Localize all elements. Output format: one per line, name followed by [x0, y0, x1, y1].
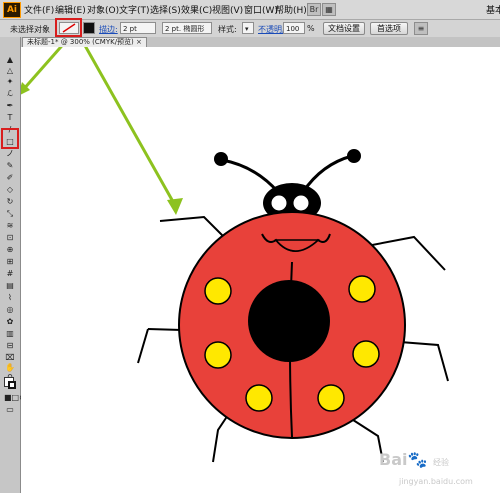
antenna-tip: [347, 149, 361, 163]
annotation-arrow-to-pen: [21, 47, 63, 92]
style-dropdown[interactable]: ▾: [242, 22, 254, 34]
opacity-unit: %: [307, 24, 315, 33]
opacity-field[interactable]: 100: [283, 22, 305, 34]
menu-type[interactable]: 文字(T): [119, 3, 150, 16]
blob-brush-tool-icon[interactable]: ✐: [4, 173, 16, 183]
app-logo: Ai: [3, 2, 21, 18]
rotate-tool-icon[interactable]: ↻: [4, 197, 16, 207]
type-tool-icon[interactable]: T: [4, 113, 16, 123]
menu-object[interactable]: 对象(O): [87, 3, 119, 16]
ladybug-antenna: [221, 158, 280, 193]
tools-panel: ▲△✦ℒ✒T/□ノ✎✐◇↻⤡≋⊡⊕⊞#▤⌇◎✿▥⊟⌧✋⚲ ■□⊘ ▭: [0, 37, 26, 493]
paintbrush-tool-icon[interactable]: ノ: [4, 149, 16, 159]
eraser-tool-icon[interactable]: ◇: [4, 185, 16, 195]
gradient-tool-icon[interactable]: ▤: [4, 281, 16, 291]
style-label: 样式:: [218, 25, 237, 34]
symbol-sprayer-tool-icon[interactable]: ✿: [4, 317, 16, 327]
screen-mode-icon[interactable]: ▭: [4, 405, 16, 415]
workspace-switcher[interactable]: 基本: [486, 3, 500, 16]
selection-status: 未选择对象: [10, 25, 50, 34]
close-icon[interactable]: ×: [136, 38, 142, 46]
artboard-canvas[interactable]: Bai🐾 经验 jingyan.baidu.com: [21, 47, 500, 493]
ladybug-spot: [348, 275, 376, 303]
eyedropper-tool-icon[interactable]: ⌇: [4, 293, 16, 303]
ladybug-leg: [399, 341, 449, 382]
chevron-down-icon: ▾: [245, 25, 249, 33]
pen-tool-highlight: [1, 128, 19, 149]
menu-help[interactable]: 帮助(H): [275, 3, 307, 16]
paw-icon: 🐾: [407, 450, 428, 469]
menu-effect[interactable]: 效果(C): [181, 3, 212, 16]
blend-tool-icon[interactable]: ◎: [4, 305, 16, 315]
annotation-arrow-to-swatch: [84, 47, 178, 208]
brush-definition-dropdown[interactable]: 2 pt. 椭圆形: [162, 22, 212, 34]
lasso-tool-icon[interactable]: ℒ: [4, 89, 16, 99]
pencil-tool-icon[interactable]: ✎: [4, 161, 16, 171]
column-graph-tool-icon[interactable]: ▥: [4, 329, 16, 339]
document-tab-label: 未标题-1* @ 300% (CMYK/预览): [27, 38, 134, 46]
menu-edit[interactable]: 编辑(E): [55, 3, 86, 16]
annotation-arrowhead: [167, 198, 183, 215]
selection-tool-icon[interactable]: ▲: [4, 55, 16, 65]
stroke-color-swatch[interactable]: [83, 22, 95, 34]
document-setup-button[interactable]: 文档设置: [323, 22, 365, 35]
ladybug-eye: [292, 194, 310, 212]
antenna-tip: [214, 152, 228, 166]
scale-tool-icon[interactable]: ⤡: [4, 209, 16, 219]
stroke-label[interactable]: 描边:: [99, 24, 118, 35]
fill-swatch-highlight: [55, 18, 82, 37]
preferences-button[interactable]: 首选项: [370, 22, 408, 35]
panel-menu-icon[interactable]: ≡: [414, 22, 428, 35]
artboard-tool-icon[interactable]: ⊟: [4, 341, 16, 351]
slice-tool-icon[interactable]: ⌧: [4, 353, 16, 363]
bridge-icon[interactable]: Br: [307, 3, 321, 16]
menu-view[interactable]: 视图(V): [212, 3, 243, 16]
menu-window[interactable]: 窗口(W): [244, 3, 278, 16]
ladybug-leg: [137, 328, 149, 364]
ladybug-spot: [245, 384, 273, 412]
perspective-grid-tool-icon[interactable]: ⊞: [4, 257, 16, 267]
color-mode-icons[interactable]: ■□⊘: [4, 393, 26, 403]
ladybug-spot: [352, 340, 380, 368]
document-tab-bar: 未标题-1* @ 300% (CMYK/预览) ×: [20, 37, 500, 48]
ladybug-antenna: [301, 154, 353, 193]
menu-select[interactable]: 选择(S): [150, 3, 181, 16]
ladybug-eye: [270, 194, 288, 212]
menu-file[interactable]: 文件(F): [24, 3, 54, 16]
baidu-watermark: Bai🐾 经验 jingyan.baidu.com: [379, 450, 473, 486]
magic-wand-tool-icon[interactable]: ✦: [4, 77, 16, 87]
pen-tool-icon[interactable]: ✒: [4, 101, 16, 111]
free-transform-tool-icon[interactable]: ⊡: [4, 233, 16, 243]
ladybug-spot: [317, 384, 345, 412]
fill-stroke-swatches[interactable]: [4, 377, 16, 389]
menu-bar: Ai 文件(F) 编辑(E) 对象(O) 文字(T) 选择(S) 效果(C) 视…: [0, 0, 500, 20]
ladybug-spot: [204, 341, 232, 369]
mesh-tool-icon[interactable]: #: [4, 269, 16, 279]
direct-selection-tool-icon[interactable]: △: [4, 66, 16, 76]
ladybug-leg: [147, 328, 183, 331]
stroke-weight-field[interactable]: 2 pt: [120, 22, 156, 34]
width-tool-icon[interactable]: ≋: [4, 221, 16, 231]
hand-tool-icon[interactable]: ✋: [4, 363, 16, 373]
ladybug-leg: [212, 411, 231, 463]
arrange-documents-icon[interactable]: ▦: [322, 3, 336, 16]
ladybug-artwork: [21, 47, 449, 463]
shape-builder-tool-icon[interactable]: ⊕: [4, 245, 16, 255]
ladybug-leg: [159, 215, 224, 237]
ladybug-center-spot: [248, 280, 330, 362]
ladybug-spot: [204, 277, 232, 305]
